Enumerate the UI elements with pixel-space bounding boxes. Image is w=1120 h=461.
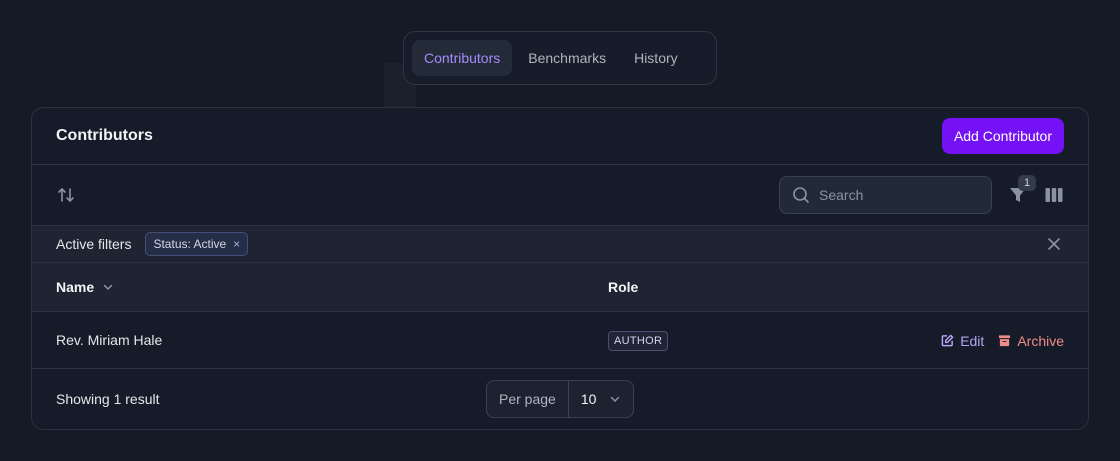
active-filters-label: Active filters — [56, 236, 132, 252]
role-badge: AUTHOR — [608, 331, 669, 351]
remove-filter-icon[interactable]: × — [233, 237, 240, 251]
edit-label: Edit — [960, 332, 985, 349]
columns-icon[interactable] — [1044, 185, 1064, 205]
column-header-name[interactable]: Name — [56, 279, 114, 295]
archive-button[interactable]: Archive — [998, 333, 1064, 349]
column-header-role: Role — [608, 279, 639, 295]
arrows-up-down-icon[interactable] — [56, 185, 76, 205]
archive-icon — [999, 335, 1011, 347]
tab-bar: Contributors Benchmarks History — [403, 31, 717, 85]
table-footer: Showing 1 result Per page 10 — [32, 369, 1088, 429]
search-icon — [792, 186, 810, 204]
search-input[interactable] — [819, 187, 979, 203]
edit-button[interactable]: Edit — [941, 333, 984, 349]
edit-icon — [941, 334, 954, 347]
column-header-name-label: Name — [56, 279, 95, 295]
filter-count-badge: 1 — [1018, 175, 1036, 191]
table-row: Rev. Miriam Hale AUTHOR Edit Archive — [32, 312, 1088, 369]
contributors-card: Contributors Add Contributor Search 1 Ac… — [31, 107, 1089, 430]
per-page-label: Per page — [487, 381, 569, 417]
table-header: Name Role — [32, 263, 1088, 312]
search-box[interactable] — [779, 176, 992, 214]
toolbar-actions: 1 — [779, 175, 1064, 214]
per-page-select[interactable]: 10 — [569, 391, 633, 407]
active-filters-bar: Active filters Status: Active × — [32, 226, 1088, 263]
result-count: Showing 1 result — [56, 391, 160, 407]
tab-benchmarks[interactable]: Benchmarks — [516, 40, 618, 76]
per-page-control: Per page 10 — [486, 380, 634, 418]
add-contributor-button[interactable]: Add Contributor — [941, 118, 1064, 154]
tab-history[interactable]: History — [622, 40, 690, 76]
card-header: Contributors Add Contributor — [32, 108, 1088, 165]
archive-label: Archive — [1017, 332, 1064, 349]
close-icon[interactable] — [1047, 237, 1061, 251]
per-page-value: 10 — [580, 391, 597, 407]
card-title: Contributors — [56, 127, 153, 144]
row-actions: Edit Archive — [941, 312, 1064, 369]
tab-contributors[interactable]: Contributors — [412, 40, 513, 76]
filter-button[interactable]: 1 — [1008, 175, 1036, 205]
contributor-name: Rev. Miriam Hale — [56, 332, 163, 348]
table-toolbar: 1 — [32, 165, 1088, 226]
filter-chip-status: Status: Active × — [145, 232, 249, 256]
filter-chip-label: Status: Active — [153, 237, 227, 251]
chevron-down-icon — [609, 393, 621, 405]
chevron-down-icon — [102, 281, 114, 293]
